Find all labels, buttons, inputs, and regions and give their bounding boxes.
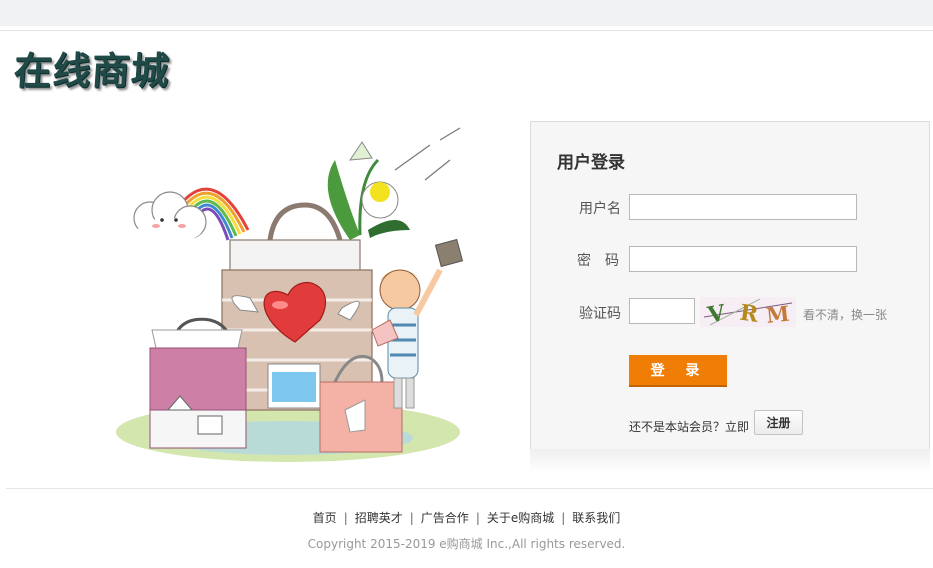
footer-link-jobs[interactable]: 招聘英才 bbox=[355, 511, 403, 525]
footer-divider bbox=[6, 488, 933, 489]
footer-link-ads[interactable]: 广告合作 bbox=[421, 511, 469, 525]
username-label: 用户名 bbox=[579, 201, 621, 217]
password-label: 密 码 bbox=[577, 253, 619, 269]
captcha-input[interactable] bbox=[629, 298, 695, 324]
login-panel: 用户登录 用户名 密 码 验证码 V R M 看不清，换一张 登 录 还不是本站… bbox=[530, 121, 930, 450]
top-bar bbox=[0, 0, 933, 26]
login-button[interactable]: 登 录 bbox=[629, 355, 727, 387]
login-panel-shadow bbox=[530, 449, 930, 473]
copyright-text: Copyright 2015-2019 e购商城 Inc.,All rights… bbox=[307, 537, 626, 551]
footer-nav: 首页 | 招聘英才 | 广告合作 | 关于e购商城 | 联系我们 bbox=[312, 511, 621, 525]
footer-link-about[interactable]: 关于e购商城 bbox=[487, 511, 554, 525]
login-title: 用户登录 bbox=[557, 153, 625, 173]
register-prompt: 还不是本站会员？立即 bbox=[629, 420, 750, 434]
shopping-illustration bbox=[116, 127, 464, 462]
register-button[interactable]: 注册 bbox=[754, 410, 803, 435]
captcha-image[interactable]: V R M bbox=[700, 297, 796, 327]
password-input[interactable] bbox=[629, 246, 857, 272]
refresh-captcha-link[interactable]: 看不清，换一张 bbox=[803, 306, 887, 323]
username-input[interactable] bbox=[629, 194, 857, 220]
site-logo[interactable]: 在线商城 bbox=[12, 40, 172, 95]
svg-text:M: M bbox=[765, 301, 791, 327]
footer-link-contact[interactable]: 联系我们 bbox=[572, 511, 620, 525]
captcha-label: 验证码 bbox=[579, 306, 621, 322]
footer-link-home[interactable]: 首页 bbox=[313, 511, 337, 525]
header-divider bbox=[0, 30, 933, 31]
